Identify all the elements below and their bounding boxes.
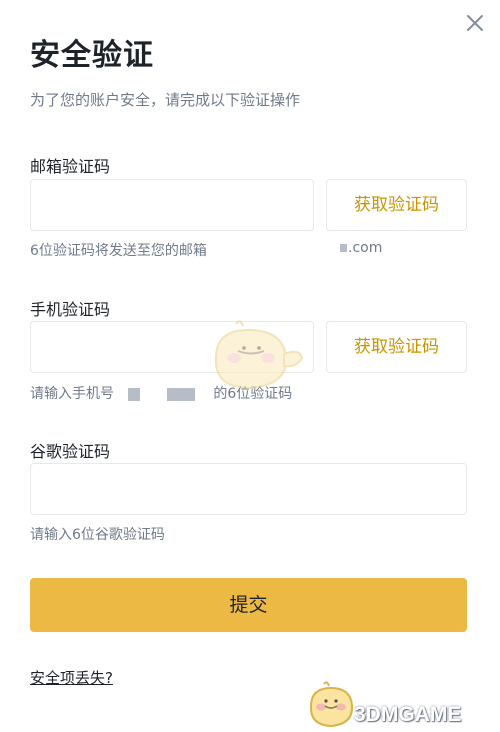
masked-email-block xyxy=(340,244,347,252)
google-code-input[interactable] xyxy=(31,464,466,514)
masked-phone-block-1 xyxy=(128,387,141,401)
submit-button[interactable]: 提交 xyxy=(30,578,467,632)
dialog-title: 安全验证 xyxy=(30,38,154,73)
watermark-3dmgame: 3DMGAME xyxy=(354,703,462,726)
google-code-hint: 请输入6位谷歌验证码 xyxy=(30,527,165,543)
google-code-label: 谷歌验证码 xyxy=(30,442,111,461)
phone-hint-prefix: 请输入手机号 xyxy=(30,386,114,402)
dialog-subtitle: 为了您的账户安全，请完成以下验证操作 xyxy=(30,91,301,109)
email-address-masked: .com xyxy=(340,240,382,256)
mascot-watermark-logo xyxy=(306,680,356,732)
security-verification-dialog: 安全验证 为了您的账户安全，请完成以下验证操作 邮箱验证码 获取验证码 6位验证… xyxy=(0,0,500,732)
mascot-icon xyxy=(214,320,304,390)
mascot-watermark-center xyxy=(196,318,306,402)
phone-get-code-button[interactable]: 获取验证码 xyxy=(326,321,467,373)
email-code-label: 邮箱验证码 xyxy=(30,157,111,176)
email-code-input[interactable] xyxy=(31,180,313,230)
mascot-logo-icon xyxy=(309,681,354,728)
close-button[interactable] xyxy=(462,10,488,36)
security-lost-link[interactable]: 安全项丢失? xyxy=(30,667,113,688)
masked-phone-block-2 xyxy=(166,387,195,401)
close-icon xyxy=(467,15,483,31)
google-code-field-box xyxy=(30,463,467,515)
email-get-code-button[interactable]: 获取验证码 xyxy=(326,179,467,231)
email-code-hint: 6位验证码将发送至您的邮箱 xyxy=(30,243,207,259)
phone-code-label: 手机验证码 xyxy=(30,300,111,319)
email-domain-suffix: .com xyxy=(348,240,383,256)
email-code-field-box xyxy=(30,179,314,231)
